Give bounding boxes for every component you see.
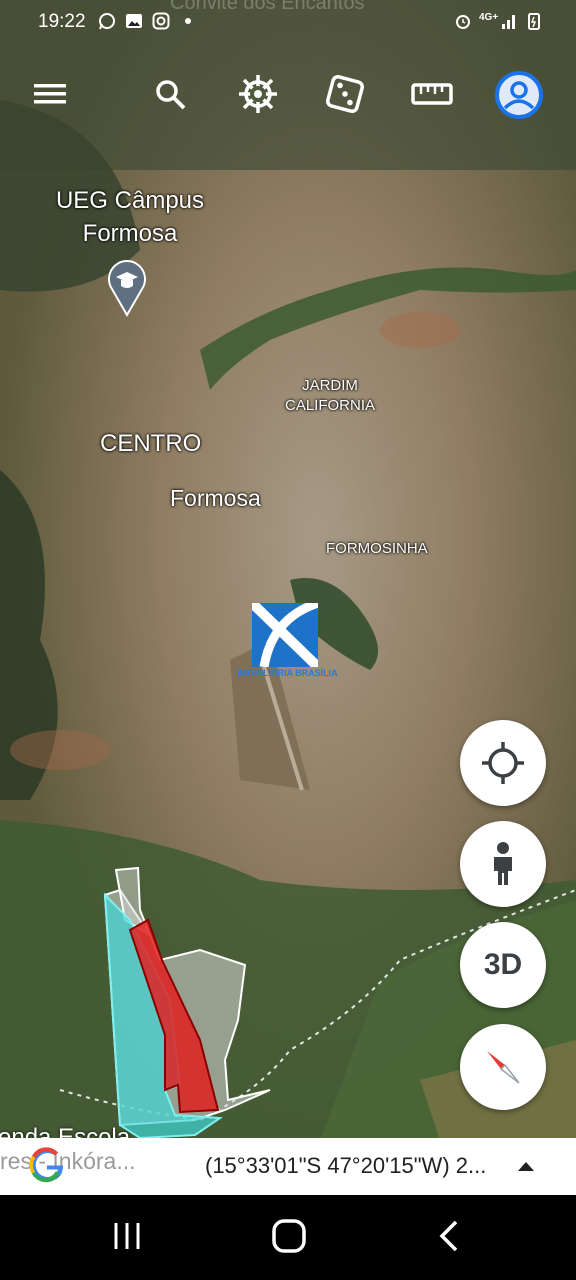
account-icon xyxy=(495,71,543,119)
compass-button[interactable] xyxy=(460,1024,546,1110)
street-view-button[interactable] xyxy=(460,821,546,907)
centro-label: CENTRO xyxy=(100,430,202,457)
watermark-logo xyxy=(248,598,322,671)
feeling-lucky-icon xyxy=(326,75,364,113)
crosshair-icon xyxy=(482,742,524,784)
poi-label[interactable]: UEG Câmpus Formosa xyxy=(50,184,210,250)
alarm-icon xyxy=(456,15,470,29)
watermark-text: IMOBILIÁRIA BRASÍLIA xyxy=(237,668,338,678)
signal-icon xyxy=(502,15,515,29)
compass-icon xyxy=(487,1051,520,1084)
voyager-icon xyxy=(239,75,277,113)
my-location-button[interactable] xyxy=(460,720,546,806)
bottom-info-bar[interactable]: res - Inkóra... (15°33'01"S 47°20'15"W) … xyxy=(0,1138,576,1195)
battery-icon xyxy=(528,13,540,30)
status-time: 19:22 xyxy=(38,11,86,32)
google-g-icon xyxy=(29,1147,63,1183)
menu-button[interactable] xyxy=(26,70,74,118)
whatsapp-icon xyxy=(99,13,115,30)
gallery-icon xyxy=(126,14,142,28)
partial-label-2-overlay: res - Inkóra... xyxy=(0,1148,136,1174)
instagram-icon xyxy=(152,12,170,30)
3d-toggle-button[interactable]: 3D xyxy=(460,922,546,1008)
city-label: Formosa xyxy=(170,485,261,511)
neighborhood-label-1: JARDIM CALIFORNIA xyxy=(284,377,375,414)
menu-icon xyxy=(34,84,66,104)
status-bar: 19:22 Convite dos Encantos 4G+ xyxy=(0,0,576,44)
back-icon[interactable] xyxy=(436,1219,462,1253)
caret-up-icon[interactable] xyxy=(516,1159,536,1173)
poi-pin-icon[interactable] xyxy=(106,259,148,318)
search-button[interactable] xyxy=(146,70,194,118)
neighborhood-label-2: FORMOSINHA xyxy=(326,540,428,557)
system-nav-bar xyxy=(0,1195,576,1280)
measure-button[interactable] xyxy=(408,70,456,118)
voyager-button[interactable] xyxy=(234,70,282,118)
home-icon[interactable] xyxy=(270,1217,308,1255)
notification-dot-icon xyxy=(185,18,191,24)
account-button[interactable] xyxy=(494,70,544,120)
feeling-lucky-button[interactable] xyxy=(321,70,369,118)
measure-icon xyxy=(411,83,453,105)
recents-icon[interactable] xyxy=(110,1219,144,1253)
pegman-icon xyxy=(494,842,512,885)
satellite-imagery xyxy=(0,0,576,1195)
search-icon xyxy=(156,80,186,110)
status-faded-title: Convite dos Encantos xyxy=(170,0,365,14)
network-type: 4G+ xyxy=(479,12,499,23)
satellite-map[interactable]: UEG Câmpus Formosa JARDIM CALIFORNIA CEN… xyxy=(0,0,576,1195)
coordinates-text[interactable]: (15°33'01"S 47°20'15"W) 2... xyxy=(205,1153,486,1179)
